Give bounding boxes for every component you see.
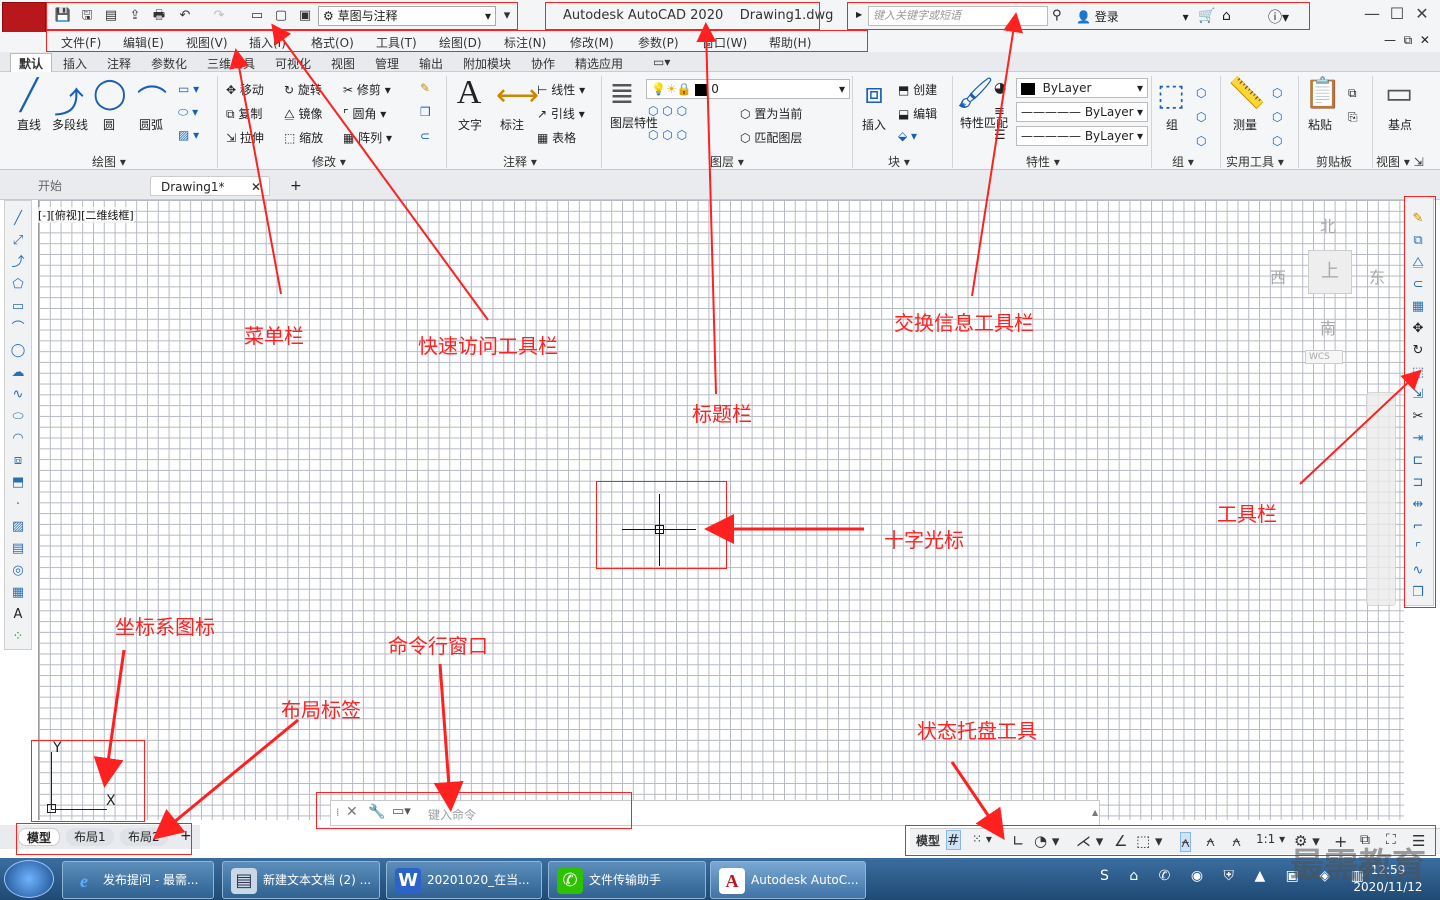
label-crosshair: 十字光标 <box>884 528 964 552</box>
label-title-bar: 标题栏 <box>692 402 752 426</box>
info-center-arrow <box>971 12 1024 297</box>
label-toolbar: 工具栏 <box>1217 502 1277 526</box>
watermark: 最需教育 <box>1290 846 1426 886</box>
quick-access-arrow <box>271 23 489 321</box>
label-layout-tabs: 布局标签 <box>281 698 361 722</box>
label-menubar: 菜单栏 <box>244 324 304 348</box>
ucs-arrow <box>93 649 126 788</box>
toolbar-arrow <box>1299 369 1422 485</box>
title-bar-arrow <box>696 22 717 395</box>
layout-tabs-arrow <box>152 718 299 840</box>
label-ucs: 坐标系图标 <box>115 615 215 639</box>
command-line-arrow <box>433 663 464 812</box>
status-tray-arrow <box>950 761 1005 840</box>
menubar-arrow <box>229 48 282 295</box>
annotation-arrows <box>93 12 1422 840</box>
label-quick-access: 快速访问工具栏 <box>418 334 558 358</box>
label-command-window: 命令行窗口 <box>388 634 488 658</box>
label-info-center: 交换信息工具栏 <box>894 311 1034 335</box>
label-status-tray: 状态托盘工具 <box>917 719 1037 743</box>
